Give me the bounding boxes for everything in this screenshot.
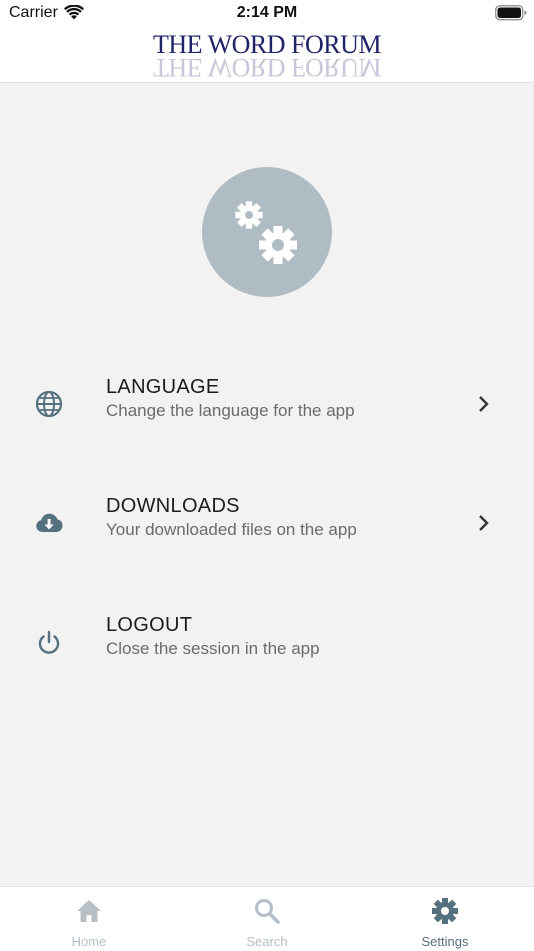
clock: 2:14 PM bbox=[236, 4, 298, 21]
chevron-right-icon bbox=[479, 515, 489, 531]
tab-bar: Home Search Settings bbox=[0, 886, 534, 951]
tab-label: Search bbox=[246, 934, 288, 949]
menu-item-subtitle: Your downloaded files on the app bbox=[106, 520, 357, 539]
tab-search[interactable]: Search bbox=[178, 887, 356, 951]
globe-icon bbox=[35, 390, 63, 418]
tab-settings[interactable]: Settings bbox=[356, 887, 534, 951]
menu-item-logout[interactable]: LOGOUT Close the session in the app bbox=[0, 607, 534, 677]
menu-item-subtitle: Close the session in the app bbox=[106, 639, 320, 658]
gears-icon bbox=[235, 201, 297, 264]
menu-item-title: LOGOUT bbox=[106, 614, 193, 636]
search-icon bbox=[255, 899, 280, 924]
menu-item-downloads[interactable]: DOWNLOADS Your downloaded files on the a… bbox=[0, 488, 534, 558]
settings-avatar-circle bbox=[202, 167, 332, 297]
menu-item-subtitle: Change the language for the app bbox=[106, 401, 355, 420]
app-header: THE WORD FORUM THE WORD FORUM bbox=[0, 28, 534, 83]
logo-reflection: THE WORD FORUM bbox=[153, 53, 381, 82]
app-logo: THE WORD FORUM THE WORD FORUM bbox=[0, 32, 534, 83]
tab-home[interactable]: Home bbox=[0, 887, 178, 951]
home-icon bbox=[77, 900, 101, 922]
power-icon bbox=[38, 630, 60, 654]
tab-label: Home bbox=[71, 934, 107, 949]
tab-label: Settings bbox=[421, 934, 469, 949]
menu-item-title: LANGUAGE bbox=[106, 376, 220, 398]
status-bar: Carrier 2:14 PM bbox=[0, 0, 534, 28]
menu-item-language[interactable]: LANGUAGE Change the language for the app bbox=[0, 369, 534, 439]
chevron-right-icon bbox=[479, 396, 489, 412]
gear-icon bbox=[432, 898, 458, 924]
cloud-download-icon bbox=[36, 513, 63, 532]
menu-item-title: DOWNLOADS bbox=[106, 495, 240, 517]
battery-icon bbox=[495, 5, 527, 21]
